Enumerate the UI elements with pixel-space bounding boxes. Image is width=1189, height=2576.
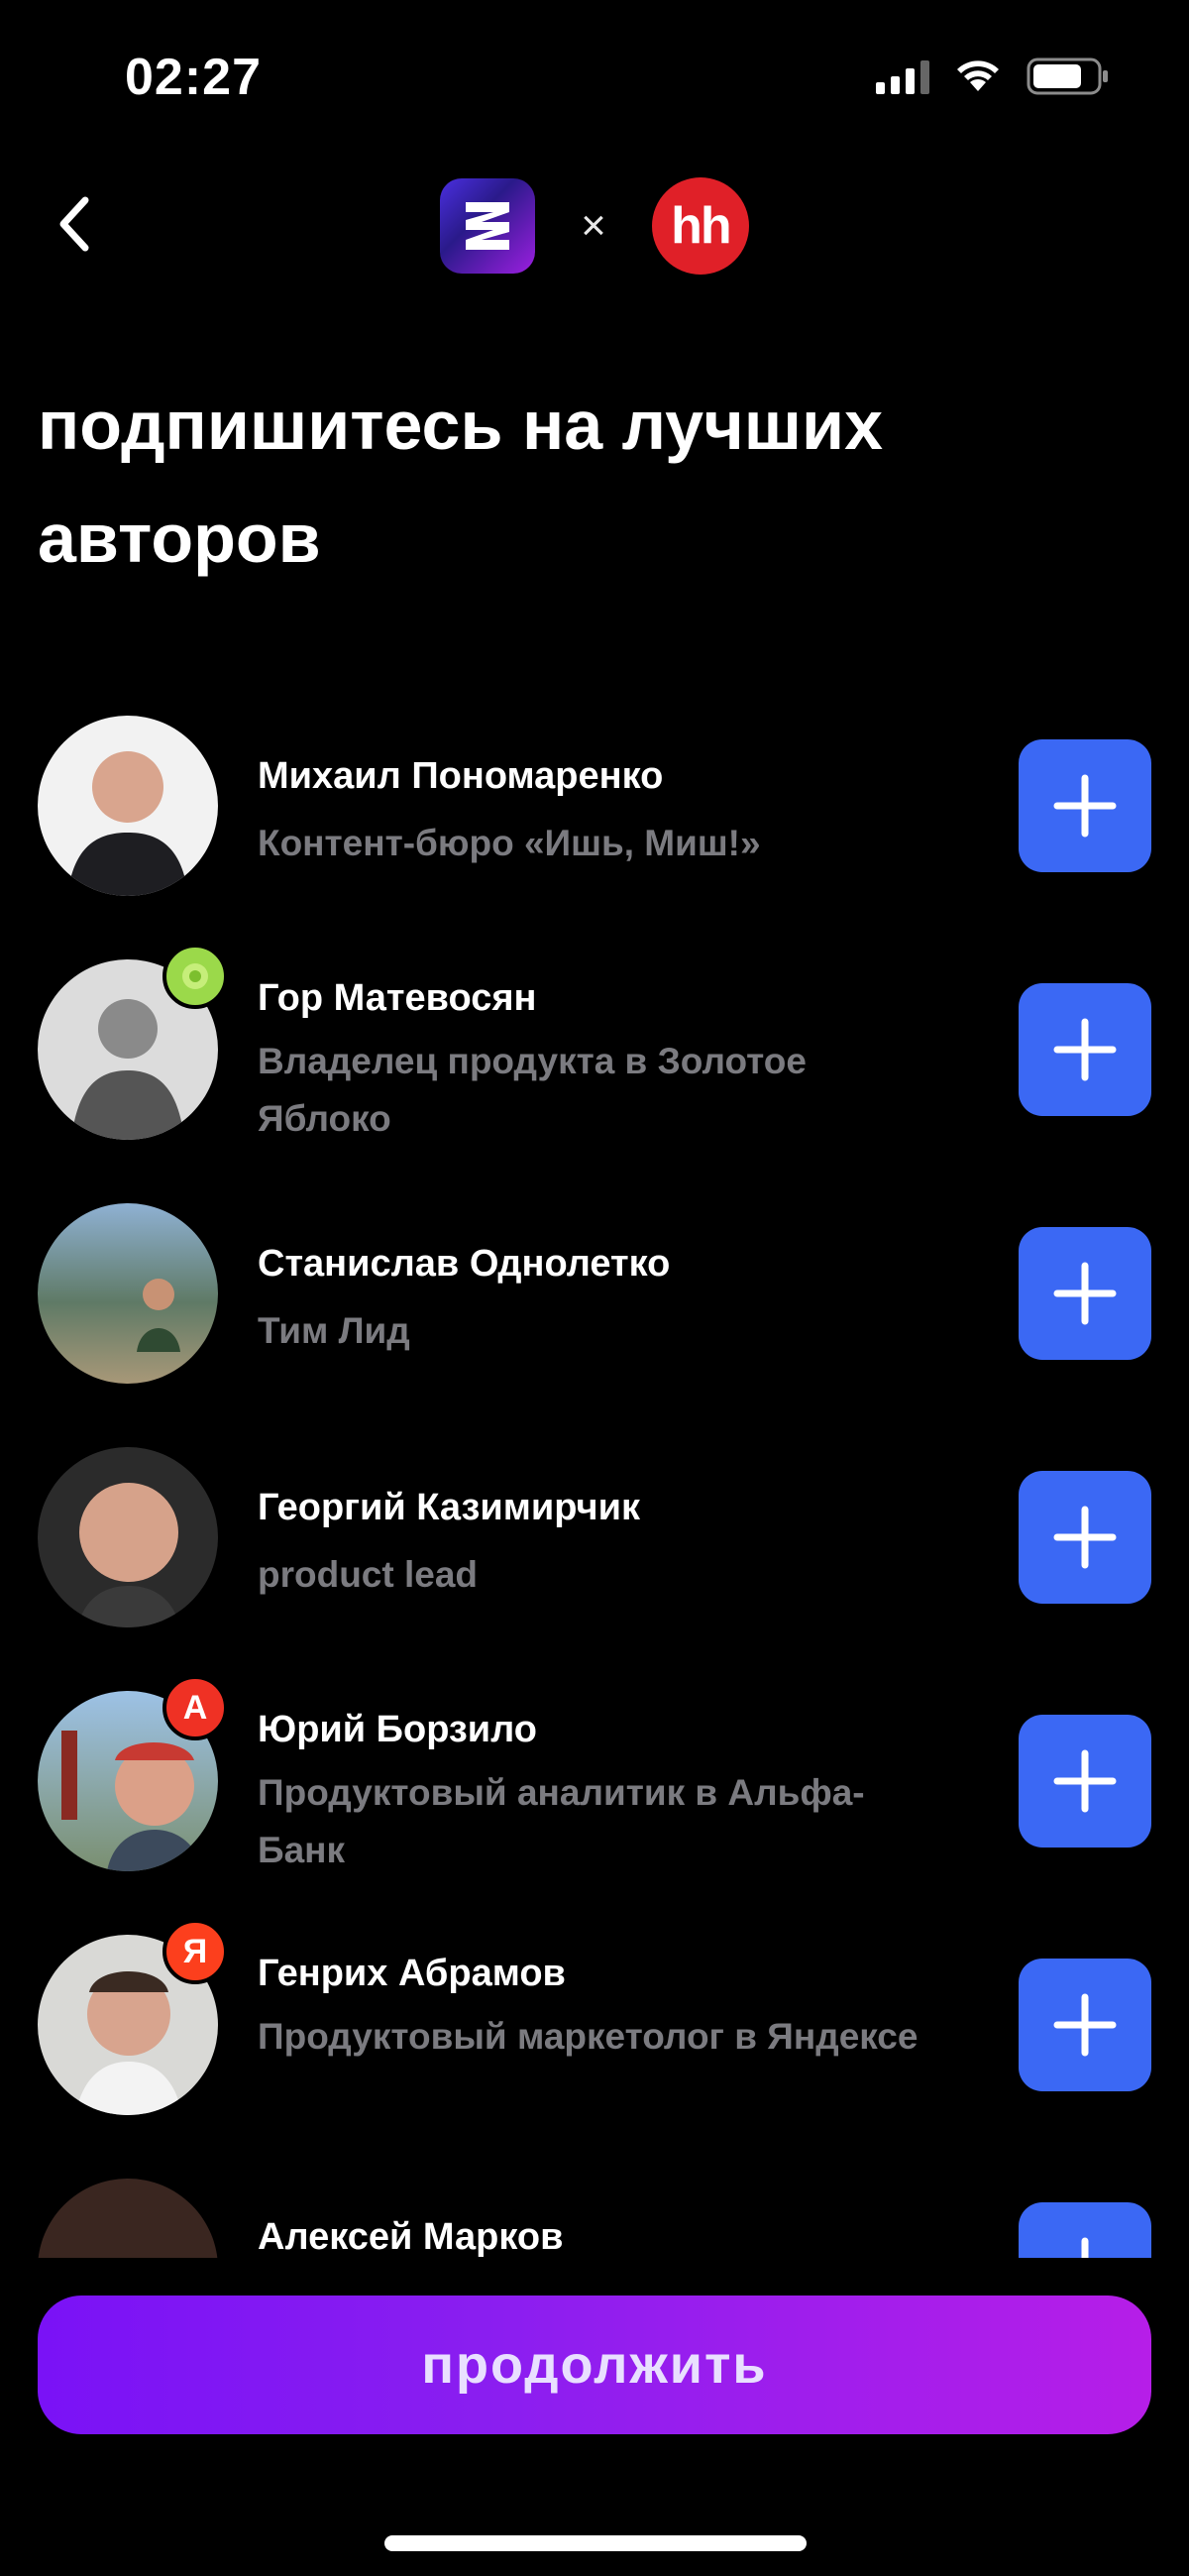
company-badge: Я: [162, 1919, 228, 1984]
subscribe-button[interactable]: [1019, 983, 1151, 1116]
logo-separator: ×: [581, 201, 606, 250]
author-name: Михаил Пономаренко: [258, 755, 664, 797]
author-name: Юрий Борзило: [258, 1709, 538, 1750]
author-role: Тим Лид: [258, 1310, 410, 1351]
company-badge: А: [162, 1675, 228, 1740]
plus-icon: [1053, 1018, 1117, 1081]
hh-logo: hh: [651, 177, 749, 275]
cellular-signal-icon: [876, 58, 929, 94]
avatar: [38, 1447, 218, 1627]
leaf-icon: [182, 963, 208, 989]
plus-icon: [1053, 1993, 1117, 2057]
avatar: [38, 716, 218, 896]
author-name: Генрих Абрамов: [258, 1953, 566, 1994]
author-name: Станислав Однолетко: [258, 1243, 671, 1285]
subscribe-button[interactable]: [1019, 1959, 1151, 2091]
plus-icon: [1053, 774, 1117, 838]
subscribe-button[interactable]: [1019, 1227, 1151, 1360]
plus-icon: [1081, 2237, 1089, 2258]
wifi-icon: [957, 60, 999, 91]
app-logo: [440, 178, 536, 274]
app-logo-glyph-icon: [466, 202, 510, 250]
avatar: [38, 1203, 218, 1384]
subscribe-button[interactable]: [1019, 2202, 1151, 2258]
status-bar: 02:27: [0, 0, 1189, 149]
author-role: Владелец продукта в Золотое Яблоко: [258, 1041, 807, 1139]
plus-icon: [1053, 1749, 1117, 1813]
battery-icon: [1027, 57, 1108, 95]
continue-button[interactable]: продолжить: [38, 2296, 1151, 2434]
status-time: 02:27: [125, 49, 262, 106]
author-role: Продуктовый маркетолог в Яндексе: [258, 2016, 919, 2057]
page-title: подпишитесь на лучших авторов: [38, 387, 884, 577]
author-role: Контент-бюро «Ишь, Миш!»: [258, 823, 761, 863]
author-name: Гор Матевосян: [258, 977, 537, 1019]
author-name: Алексей Марков: [258, 2216, 564, 2258]
subscribe-button[interactable]: [1019, 1715, 1151, 1848]
continue-label: продолжить: [421, 2335, 768, 2395]
avatar: [38, 2179, 218, 2258]
company-badge: [162, 944, 228, 1009]
subscribe-button[interactable]: [1019, 739, 1151, 872]
plus-icon: [1053, 1262, 1117, 1325]
author-role: product lead: [258, 1554, 479, 1595]
author-role: Продуктовый аналитик в Альфа-Банк: [258, 1772, 865, 1870]
home-indicator[interactable]: [384, 2535, 807, 2551]
author-name: Георгий Казимирчик: [258, 1487, 640, 1528]
subscribe-button[interactable]: [1019, 1471, 1151, 1604]
status-icons: [876, 57, 1110, 95]
plus-icon: [1053, 1506, 1117, 1569]
partner-logos: × hh: [0, 177, 1189, 275]
authors-list[interactable]: Михаил Пономаренко Контент-бюро «Ишь, Ми…: [0, 704, 1189, 2258]
